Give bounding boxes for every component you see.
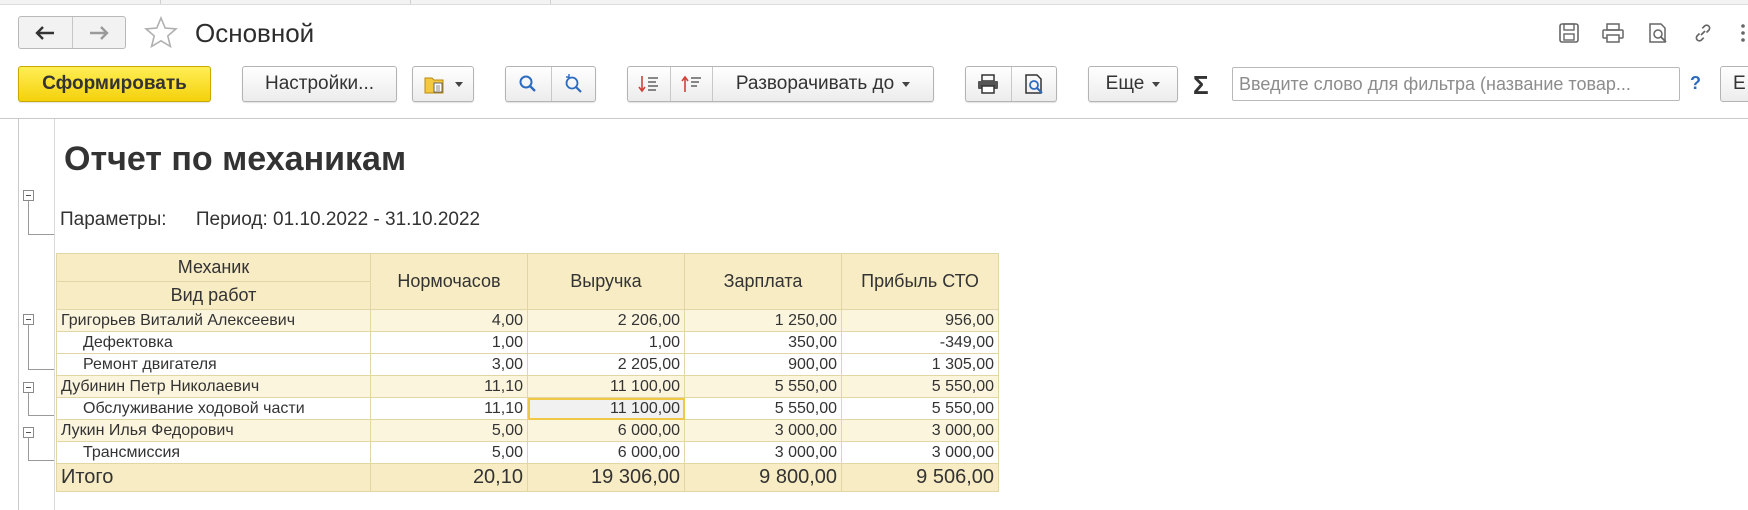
- save-button[interactable]: [1556, 20, 1582, 46]
- table-row[interactable]: Трансмиссия 5,00 6 000,00 3 000,00 3 000…: [56, 441, 999, 464]
- header-hours: Нормочасов: [370, 253, 528, 310]
- collapse-header-toggle[interactable]: [23, 190, 34, 201]
- sort-desc-icon: [638, 76, 658, 93]
- selected-cell[interactable]: 11 100,00: [527, 397, 685, 420]
- printer-icon: [978, 74, 999, 94]
- arrow-right-icon: [89, 25, 109, 40]
- table-row[interactable]: Обслуживание ходовой части 11,10 11 100,…: [56, 397, 999, 420]
- preview-header-button[interactable]: [1645, 20, 1671, 46]
- back-button[interactable]: [19, 17, 72, 48]
- more-button[interactable]: Еще: [1088, 66, 1178, 102]
- more-label: Еще: [1105, 73, 1145, 94]
- print-group: [965, 66, 1057, 102]
- report-variant-icon: [424, 77, 444, 94]
- save-icon: [1559, 23, 1579, 43]
- top-tab-strip: [0, 0, 1748, 5]
- print-preview-button[interactable]: [1010, 67, 1056, 101]
- navigation-buttons: [18, 16, 126, 49]
- star-icon: [144, 15, 178, 49]
- more-menu-button[interactable]: [1730, 20, 1748, 46]
- table-row[interactable]: Григорьев Виталий Алексеевич 4,00 2 206,…: [56, 309, 999, 332]
- printer-icon: [1602, 23, 1624, 43]
- table-row[interactable]: Ремонт двигателя 3,00 2 205,00 900,00 1 …: [56, 353, 999, 376]
- table-row[interactable]: Дефектовка 1,00 1,00 350,00 -349,00: [56, 331, 999, 354]
- collapse-group-2-toggle[interactable]: [23, 382, 34, 393]
- table-row[interactable]: Дубинин Петр Николаевич 11,10 11 100,00 …: [56, 375, 999, 398]
- link-button[interactable]: [1690, 20, 1716, 46]
- report-parameters: Параметры: Период: 01.10.2022 - 31.10.20…: [60, 209, 480, 231]
- header-revenue: Выручка: [527, 253, 685, 310]
- settings-button[interactable]: Настройки...: [242, 66, 397, 102]
- arrow-left-icon: [35, 25, 55, 40]
- sort-ascending-button[interactable]: [670, 67, 712, 101]
- help-button[interactable]: ?: [1690, 73, 1701, 94]
- preview-icon: [1649, 23, 1667, 43]
- sort-asc-icon: [680, 75, 701, 92]
- print-header-button[interactable]: [1600, 20, 1626, 46]
- expand-to-dropdown[interactable]: Разворачивать до: [712, 67, 933, 101]
- report-table: Механик Нормочасов Выручка Зарплата Приб…: [56, 253, 999, 492]
- toolbar-separator: [0, 118, 1748, 119]
- table-header-row: Механик Нормочасов Выручка Зарплата Приб…: [56, 253, 999, 310]
- period-text: Период: 01.10.2022 - 31.10.2022: [195, 209, 481, 230]
- search-icon: [519, 75, 537, 92]
- params-label: Параметры:: [60, 209, 167, 230]
- extra-button[interactable]: Е: [1720, 66, 1748, 102]
- search-group: [505, 66, 596, 102]
- total-row[interactable]: Итого 20,10 19 306,00 9 800,00 9 506,00: [56, 463, 999, 492]
- header-mechanic: Механик: [56, 253, 371, 282]
- grouping-gutter: [54, 119, 55, 510]
- report-title: Отчет по механикам: [64, 140, 407, 178]
- expand-group: Разворачивать до: [627, 66, 934, 102]
- header-salary: Зарплата: [684, 253, 842, 310]
- search-settings-button[interactable]: [550, 67, 596, 101]
- search-button[interactable]: [506, 67, 551, 101]
- table-row[interactable]: Лукин Илья Федорович 5,00 6 000,00 3 000…: [56, 419, 999, 442]
- filter-input[interactable]: [1232, 67, 1680, 101]
- sort-descending-button[interactable]: [628, 67, 670, 101]
- kebab-icon: [1741, 24, 1745, 42]
- collapse-group-1-toggle[interactable]: [23, 314, 34, 325]
- refresh-search-icon: [565, 74, 583, 93]
- chevron-down-icon: [455, 81, 463, 87]
- header-profit: Прибыль СТО: [841, 253, 999, 310]
- favorite-star-button[interactable]: [143, 15, 179, 56]
- header-work-type: Вид работ: [56, 281, 371, 310]
- sum-icon[interactable]: Σ: [1193, 70, 1209, 101]
- preview-icon: [1025, 74, 1043, 94]
- chevron-down-icon: [902, 81, 911, 87]
- chevron-down-icon: [1152, 81, 1161, 87]
- collapse-group-3-toggle[interactable]: [23, 427, 34, 438]
- report-frame: [18, 119, 19, 510]
- expand-to-label: Разворачивать до: [735, 73, 895, 94]
- variant-dropdown-button[interactable]: [412, 66, 474, 102]
- link-icon: [1695, 24, 1711, 42]
- generate-button[interactable]: Сформировать: [18, 66, 211, 102]
- page-title: Основной: [195, 18, 315, 48]
- forward-button[interactable]: [71, 17, 126, 48]
- print-button[interactable]: [966, 67, 1011, 101]
